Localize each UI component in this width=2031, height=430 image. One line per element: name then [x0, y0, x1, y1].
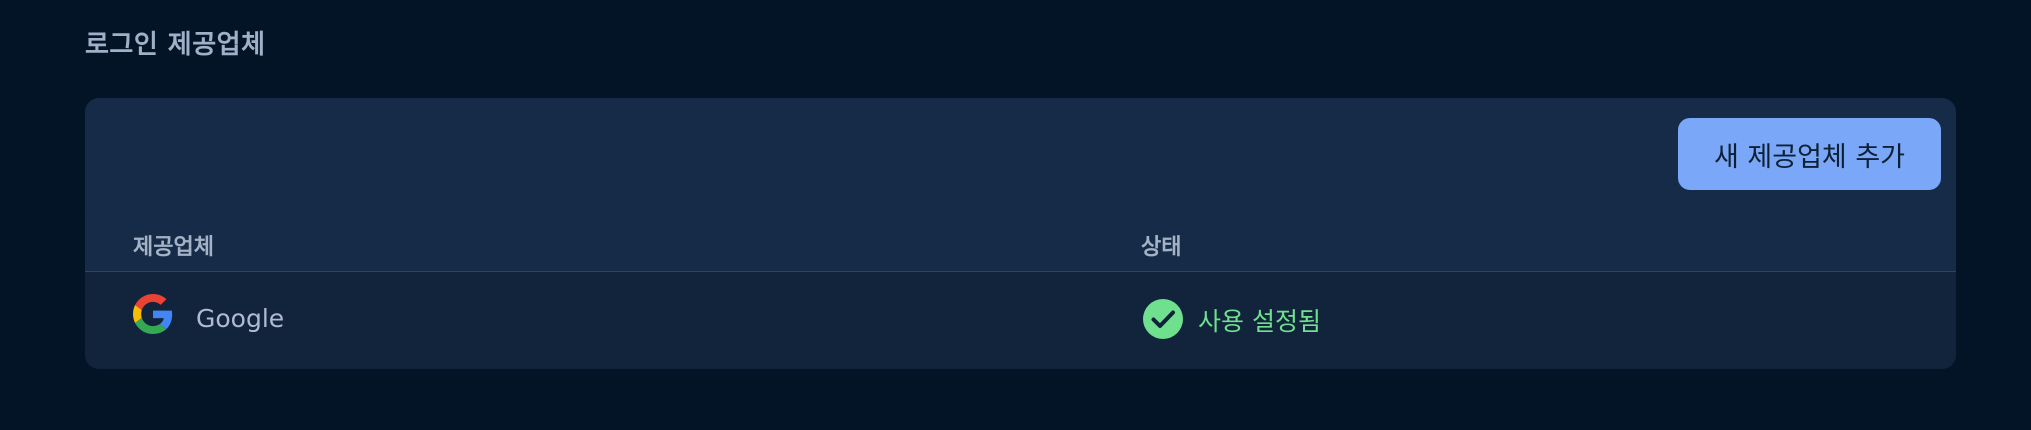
providers-panel: 새 제공업체 추가 제공업체 상태 Google 사용 설정됨	[85, 98, 1956, 369]
providers-table: 제공업체 상태 Google 사용 설정됨	[85, 211, 1956, 369]
add-provider-button[interactable]: 새 제공업체 추가	[1678, 118, 1941, 190]
status-text: 사용 설정됨	[1198, 307, 1321, 336]
column-header-status: 상태	[1141, 235, 1182, 260]
table-row[interactable]: Google 사용 설정됨	[85, 272, 1956, 368]
column-header-provider: 제공업체	[133, 235, 214, 260]
provider-name: Google	[196, 304, 285, 333]
section-title: 로그인 제공업체	[85, 30, 266, 60]
google-icon	[133, 294, 173, 334]
table-header: 제공업체 상태	[85, 211, 1956, 272]
check-circle-icon	[1143, 299, 1183, 339]
